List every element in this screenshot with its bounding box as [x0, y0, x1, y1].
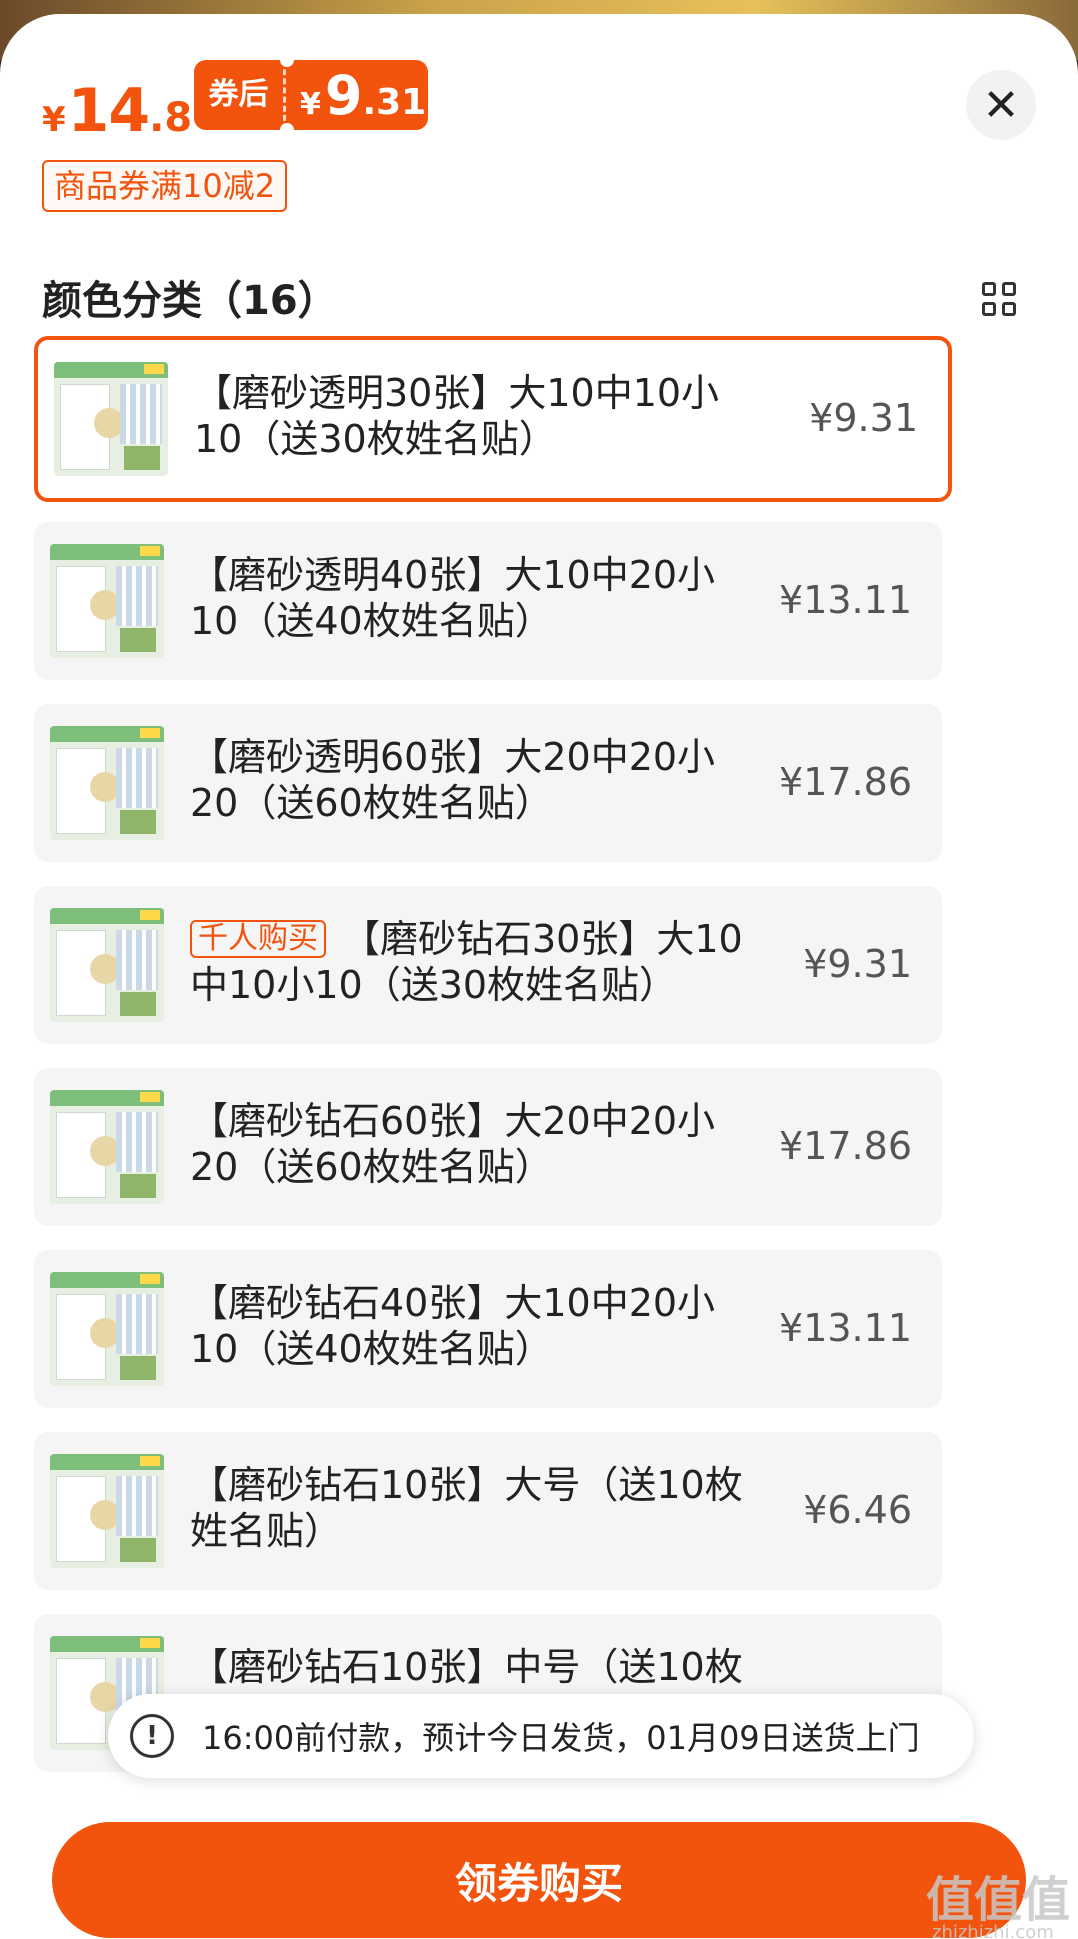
- after-coupon-price: ¥ 9 .31: [286, 64, 426, 127]
- sku-price: ¥17.86: [779, 1124, 912, 1168]
- product-thumbnail: [50, 1272, 164, 1386]
- sku-label: 【磨砂钻石60张】大20中20小20（送60枚姓名贴）: [190, 1099, 716, 1189]
- original-price: ¥ 14 .8: [42, 76, 192, 146]
- price-decimal: .8: [149, 95, 193, 141]
- promo-badge: 商品券满10减2: [42, 160, 288, 212]
- product-thumbnail: [50, 908, 164, 1022]
- alert-circle-icon: !: [130, 1714, 174, 1758]
- delivery-text: 16:00前付款，预计今日发货，01月09日送货上门: [202, 1719, 920, 1757]
- price-integer: 14: [67, 76, 150, 146]
- section-title: 颜色分类（16）: [42, 278, 338, 324]
- watermark-url: zhizhizhi.com: [932, 1922, 1054, 1939]
- sku-description: 【磨砂透明40张】大10中20小10（送40枚姓名贴）: [190, 552, 750, 644]
- product-thumbnail: [54, 362, 168, 476]
- ticket-notch: [280, 53, 294, 67]
- price-currency: ¥: [42, 100, 66, 140]
- coupon-label: 券后: [194, 60, 286, 130]
- sku-option[interactable]: 【磨砂钻石60张】大20中20小20（送60枚姓名贴） ¥17.86: [34, 1068, 942, 1226]
- sku-description: 【磨砂透明30张】大10中10小10（送30枚姓名贴）: [194, 370, 754, 462]
- after-price-integer: 9: [324, 63, 363, 127]
- grid-view-icon[interactable]: [982, 282, 1018, 318]
- sku-label: 【磨砂钻石10张】大号（送10枚姓名贴）: [190, 1463, 743, 1553]
- close-icon: ✕: [982, 79, 1020, 131]
- sku-price: ¥13.11: [779, 1306, 912, 1350]
- sku-price: ¥9.31: [803, 942, 912, 986]
- sku-option[interactable]: 【磨砂钻石40张】大10中20小10（送40枚姓名贴） ¥13.11: [34, 1250, 942, 1408]
- sku-description: 【磨砂钻石10张】大号（送10枚姓名贴）: [190, 1462, 750, 1554]
- sku-option[interactable]: 【磨砂透明60张】大20中20小20（送60枚姓名贴） ¥17.86: [34, 704, 942, 862]
- product-thumbnail: [50, 1090, 164, 1204]
- sku-description: 【磨砂钻石60张】大20中20小20（送60枚姓名贴）: [190, 1098, 750, 1190]
- after-price-decimal: .31: [362, 81, 427, 123]
- sku-label: 【磨砂透明60张】大20中20小20（送60枚姓名贴）: [190, 735, 716, 825]
- after-price-currency: ¥: [300, 86, 321, 122]
- sku-label: 【磨砂钻石10张】中号（送10枚: [190, 1645, 743, 1689]
- watermark-logo: 值值值: [926, 1872, 1071, 1928]
- sku-option-selected[interactable]: 【磨砂透明30张】大10中10小10（送30枚姓名贴） ¥9.31: [34, 336, 952, 502]
- popularity-tag: 千人购买: [190, 920, 326, 958]
- sku-description: 【磨砂钻石40张】大10中20小10（送40枚姓名贴）: [190, 1280, 750, 1372]
- sku-option[interactable]: 【磨砂钻石10张】大号（送10枚姓名贴） ¥6.46: [34, 1432, 942, 1590]
- sku-price: ¥6.46: [803, 1488, 912, 1532]
- sku-description: 【磨砂钻石10张】中号（送10枚: [190, 1644, 750, 1690]
- sku-label: 【磨砂透明40张】大10中20小10（送40枚姓名贴）: [190, 553, 716, 643]
- close-button[interactable]: ✕: [966, 70, 1036, 140]
- product-thumbnail: [50, 1454, 164, 1568]
- claim-coupon-buy-button[interactable]: 领券购买: [52, 1822, 1026, 1938]
- sku-label: 【磨砂透明30张】大10中10小10（送30枚姓名贴）: [194, 371, 720, 461]
- sku-description: 【磨砂透明60张】大20中20小20（送60枚姓名贴）: [190, 734, 750, 826]
- product-thumbnail: [50, 544, 164, 658]
- sku-picker-sheet: ¥ 14 .8 券后 ¥ 9 .31 ✕ 商品券满10减2 颜色分类（16） 【…: [0, 14, 1078, 1939]
- sku-price: ¥9.31: [809, 396, 918, 440]
- sku-description: 千人购买 【磨砂钻石30张】大10中10小10（送30枚姓名贴）: [190, 916, 750, 1008]
- sku-price: ¥13.11: [779, 578, 912, 622]
- ticket-notch: [280, 123, 294, 137]
- product-thumbnail: [50, 726, 164, 840]
- sku-option[interactable]: 千人购买 【磨砂钻石30张】大10中10小10（送30枚姓名贴） ¥9.31: [34, 886, 942, 1044]
- delivery-notice: ! 16:00前付款，预计今日发货，01月09日送货上门: [108, 1694, 974, 1778]
- sku-price: ¥17.86: [779, 760, 912, 804]
- sku-label: 【磨砂钻石40张】大10中20小10（送40枚姓名贴）: [190, 1281, 716, 1371]
- sku-option[interactable]: 【磨砂透明40张】大10中20小10（送40枚姓名贴） ¥13.11: [34, 522, 942, 680]
- coupon-price-tag: 券后 ¥ 9 .31: [194, 60, 428, 130]
